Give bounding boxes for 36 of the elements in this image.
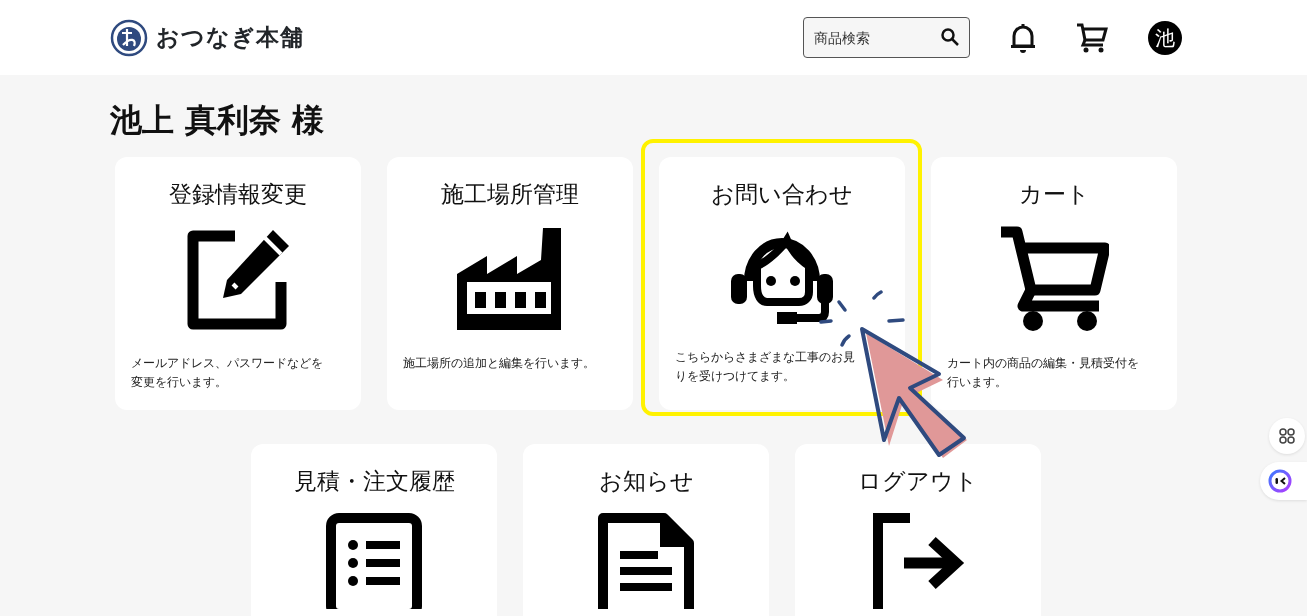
apps-button[interactable] (1269, 418, 1305, 454)
document-icon (598, 512, 694, 609)
four-circles-icon (1279, 428, 1295, 444)
search-icon (940, 27, 960, 47)
menu-card[interactable]: 登録情報変更 メールアドレス、パスワードなどを 変更を行います。 (115, 157, 361, 411)
assistant-face-icon (1268, 469, 1292, 493)
user-name: 池上 真利奈 様 (110, 101, 326, 140)
card-title: お問い合わせ (710, 180, 854, 210)
brand-logo[interactable]: おつなぎ本舗 (110, 18, 304, 57)
menu-card[interactable]: お知らせ (523, 444, 769, 616)
card-title: 見積・注文履歴 (292, 467, 456, 497)
card-description: 施工場所の追加と編集を行います。 (403, 354, 596, 372)
user-avatar[interactable]: 池 (1148, 20, 1182, 55)
card-title: お知らせ (597, 467, 695, 497)
cart-icon (999, 225, 1109, 332)
menu-card[interactable]: 施工場所管理 施工場所の追加と編集を行います。 (387, 157, 633, 411)
menu-card[interactable]: 見積・注文履歴 (251, 444, 497, 616)
card-description: カート内の商品の編集・見積受付を 行います。 (947, 354, 1140, 392)
cart-icon[interactable] (1076, 22, 1108, 53)
menu-card[interactable]: ログアウト (795, 444, 1041, 616)
logout-icon (870, 512, 966, 609)
bell-icon[interactable] (1010, 22, 1036, 53)
assistant-button[interactable] (1260, 462, 1307, 500)
card-title: 登録情報変更 (168, 180, 308, 210)
menu-card[interactable]: カート カート内の商品の編集・見積受付を 行います。 (931, 157, 1177, 411)
search-field[interactable]: 商品検索 (803, 17, 970, 58)
card-description: メールアドレス、パスワードなどを 変更を行います。 (131, 354, 324, 392)
brand-name: おつなぎ本舗 (156, 23, 304, 53)
card-title: カート (1017, 180, 1091, 210)
card-title: 施工場所管理 (440, 180, 580, 210)
list-icon (326, 512, 422, 609)
factory-icon (457, 225, 563, 332)
card-title: ログアウト (857, 467, 979, 497)
card-description: こちらからさまざまな工事のお見 りを受けつけてます。 (675, 348, 856, 386)
brand-mark-icon (110, 18, 148, 57)
menu-card[interactable]: お問い合わせ こちらからさまざまな工事のお見 りを受けつけてます。 (659, 157, 905, 411)
